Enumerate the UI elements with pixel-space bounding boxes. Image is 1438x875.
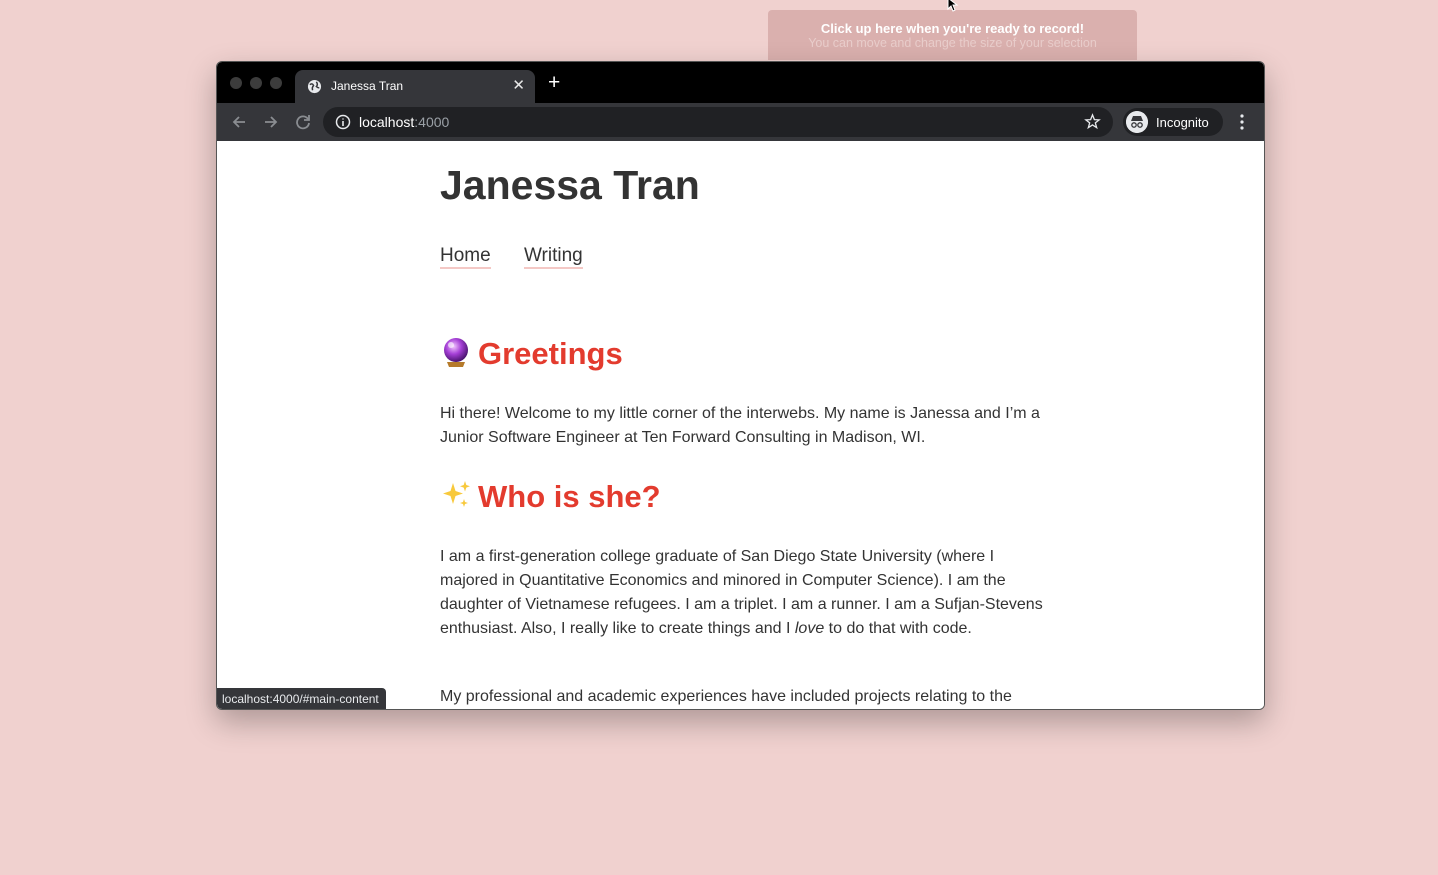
tab-strip: Janessa Tran ✕ +	[217, 62, 1264, 103]
url-text: localhost:4000	[359, 114, 449, 130]
who-heading-text: Who is she?	[478, 479, 661, 514]
browser-toolbar: localhost:4000 Incognito	[217, 103, 1264, 141]
tab-title: Janessa Tran	[331, 79, 404, 93]
info-icon[interactable]	[335, 114, 351, 130]
site-title[interactable]: Janessa Tran	[440, 162, 700, 209]
who-paragraph: I am a first-generation college graduate…	[440, 545, 1045, 641]
who-text-part-2: to do that with code.	[824, 620, 972, 637]
record-prompt-title: Click up here when you're ready to recor…	[820, 21, 1085, 36]
url-port: :4000	[414, 114, 450, 130]
forward-icon[interactable]	[262, 113, 280, 131]
incognito-profile-button[interactable]: Incognito	[1123, 108, 1223, 136]
reload-icon[interactable]	[294, 113, 312, 131]
crystal-ball-icon	[444, 338, 468, 367]
globe-icon	[307, 79, 322, 94]
greetings-paragraph: Hi there! Welcome to my little corner of…	[440, 405, 1040, 446]
site-nav: Home Writing	[440, 245, 611, 269]
mouse-cursor-icon	[947, 0, 959, 12]
greetings-heading: Greetings	[440, 336, 623, 372]
minimize-window-button[interactable]	[250, 77, 262, 89]
page-viewport: Janessa Tran Home Writing Greetings Hi t…	[217, 141, 1264, 709]
who-text-emphasis: love	[794, 620, 825, 637]
incognito-icon	[1126, 111, 1148, 133]
record-prompt-subtitle: You can move and change the size of your…	[808, 36, 1097, 50]
nav-link-writing[interactable]: Writing	[523, 245, 583, 269]
back-icon[interactable]	[230, 113, 248, 131]
record-prompt[interactable]: Click up here when you're ready to recor…	[768, 10, 1137, 60]
greetings-heading-text: Greetings	[478, 336, 623, 371]
menu-icon[interactable]	[1237, 113, 1247, 131]
sparkles-icon	[443, 481, 470, 507]
new-tab-button[interactable]: +	[548, 72, 560, 93]
tab-janessa-tran[interactable]: Janessa Tran ✕	[295, 70, 535, 103]
tab-close-button[interactable]: ✕	[512, 78, 525, 94]
close-window-button[interactable]	[230, 77, 242, 89]
professional-paragraph: My professional and academic experiences…	[440, 688, 1012, 705]
profile-label: Incognito	[1156, 115, 1209, 130]
maximize-window-button[interactable]	[270, 77, 282, 89]
status-bar: localhost:4000/#main-content	[217, 688, 386, 709]
who-heading: Who is she?	[440, 479, 661, 515]
url-host: localhost	[359, 114, 415, 130]
nav-link-home[interactable]: Home	[440, 245, 491, 269]
address-bar[interactable]: localhost:4000	[323, 107, 1113, 137]
star-icon[interactable]	[1084, 113, 1101, 130]
browser-window: Janessa Tran ✕ + localhost:4000 Incognit…	[216, 61, 1265, 710]
